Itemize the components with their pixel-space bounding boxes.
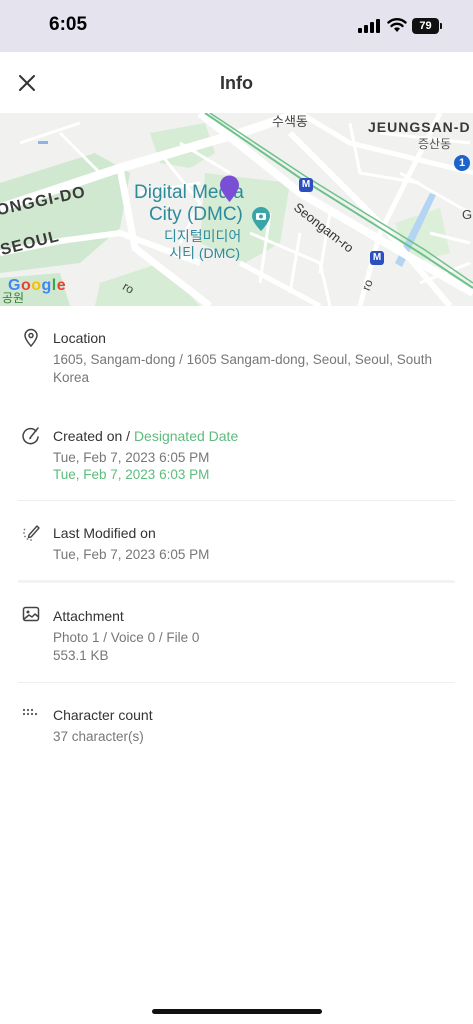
created-section: Created on / Designated Date Tue, Feb 7,… [0,404,473,500]
clock-pen-icon [22,427,39,445]
map-label-dmc-ko: 디지털미디어 시티 (DMC) [164,228,241,262]
attachment-size: 553.1 KB [53,648,109,663]
status-bar: 6:05 79 [0,0,473,52]
battery-tip [440,23,442,29]
map-label-dmc-ko-line2: 시티 (DMC) [169,245,241,261]
character-count-value: 37 character(s) [53,729,144,744]
modified-section: Last Modified on Tue, Feb 7, 2023 6:05 P… [0,501,473,581]
location-title: Location [53,330,106,346]
map-label-g-right: G [462,207,473,222]
header: Info [0,52,473,113]
created-title: Created on / Designated Date [53,428,238,444]
created-value: Tue, Feb 7, 2023 6:05 PM [53,450,210,465]
attachment-title: Attachment [53,608,124,624]
image-attachment-icon [22,606,40,622]
character-count-section: Character count 37 character(s) [0,683,473,763]
metro-station-icon: M [299,178,313,192]
map-label-dmc-ko-line1: 디지털미디어 [164,228,242,244]
camera-poi-icon [252,207,270,231]
battery-indicator: 79 [412,18,439,34]
character-count-title: Character count [53,707,153,723]
map-pin-icon [220,175,239,202]
route-number-badge: 1 [454,155,470,171]
created-title-prefix: Created on / [53,428,134,444]
attachment-section: Attachment Photo 1 / Voice 0 / File 0 55… [0,583,473,682]
map-label-suseok: 수색동 [272,114,308,129]
designated-date-label: Designated Date [133,428,239,444]
google-attribution: Google [8,277,67,294]
attachment-counts: Photo 1 / Voice 0 / File 0 [53,630,200,645]
metro-station-icon: M [370,251,384,265]
wifi-icon [387,18,407,32]
location-map[interactable]: 수색동 JEUNGSAN-D 증산동 ONGGI-DO SEOUL Digita… [0,113,473,306]
designated-value: Tue, Feb 7, 2023 6:03 PM [53,467,210,482]
status-time: 6:05 [49,14,88,35]
modified-title: Last Modified on [53,525,156,541]
dots-icon [22,708,38,716]
map-label-dmc-line2: City (DMC) [148,204,243,225]
map-label-jeungsan-ko: 증산동 [418,137,452,151]
edit-pencil-icon [23,525,40,541]
location-pin-icon [24,328,38,348]
home-indicator[interactable] [152,1009,322,1014]
signal-icon [358,19,380,33]
location-section: Location 1605, Sangam-dong / 1605 Sangam… [0,306,473,404]
location-address: 1605, Sangam-dong / 1605 Sangam-dong, Se… [53,352,433,385]
map-label-jeungsan: JEUNGSAN-D [368,119,471,135]
modified-value: Tue, Feb 7, 2023 6:05 PM [53,547,210,562]
page-title: Info [220,73,253,93]
